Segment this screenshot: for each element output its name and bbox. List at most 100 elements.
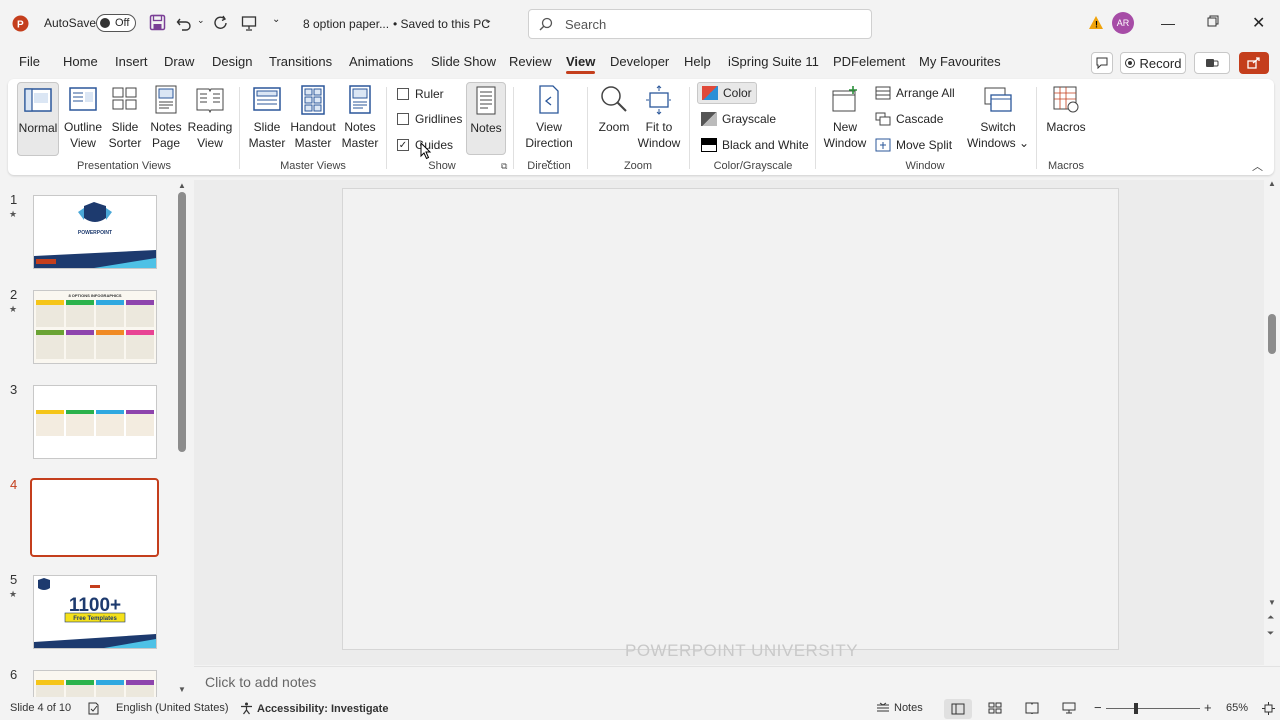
view-direction-button[interactable]: View Direction ⌄: [519, 85, 579, 167]
black-and-white-button[interactable]: Black and White: [701, 138, 809, 152]
slide-sorter-status-icon[interactable]: [988, 702, 1002, 714]
slide-thumbnail-2[interactable]: 8 OPTIONS INFOGRAPHICS: [33, 290, 157, 364]
tab-transitions[interactable]: Transitions: [269, 54, 332, 69]
arrange-all-label: Arrange All: [896, 86, 955, 100]
save-icon[interactable]: [149, 14, 166, 31]
slide-thumbnail-6[interactable]: [33, 670, 157, 697]
normal-view-status-button[interactable]: [944, 699, 972, 719]
tab-help[interactable]: Help: [684, 54, 711, 69]
tab-design[interactable]: Design: [212, 54, 252, 69]
next-slide-icon[interactable]: ⏷: [1267, 628, 1274, 639]
grayscale-button[interactable]: Grayscale: [701, 112, 776, 126]
notes-status-button[interactable]: Notes: [876, 702, 923, 714]
arrange-all-button[interactable]: Arrange All: [875, 86, 955, 100]
save-status[interactable]: • Saved to this PC: [393, 17, 490, 31]
spelling-check-icon[interactable]: [87, 702, 100, 715]
search-input[interactable]: Search: [528, 9, 872, 39]
share-button[interactable]: [1239, 52, 1269, 74]
zoom-slider-track[interactable]: [1106, 708, 1200, 709]
minimize-icon[interactable]: —: [1161, 15, 1175, 31]
language-indicator[interactable]: English (United States): [116, 702, 229, 714]
undo-icon[interactable]: [176, 15, 192, 31]
present-from-start-icon[interactable]: [241, 15, 257, 31]
handout-master-button[interactable]: Handout Master: [288, 85, 338, 151]
tab-developer[interactable]: Developer: [610, 54, 669, 69]
tab-ispring[interactable]: iSpring Suite 11: [728, 54, 819, 69]
switch-windows-button[interactable]: Switch Windows ⌄: [966, 85, 1030, 151]
undo-dropdown-chevron-icon[interactable]: ⌄: [197, 15, 205, 26]
slide-thumbnail-5[interactable]: 1100+ Free Templates: [33, 575, 157, 649]
redo-icon[interactable]: [213, 15, 229, 31]
avatar[interactable]: AR: [1112, 12, 1134, 34]
save-status-chevron-icon[interactable]: ⌄: [484, 15, 492, 26]
cascade-button[interactable]: Cascade: [875, 112, 943, 126]
slide-sorter-button[interactable]: Slide Sorter: [105, 85, 145, 151]
tab-animations[interactable]: Animations: [349, 54, 413, 69]
reading-view-status-icon[interactable]: [1025, 702, 1039, 714]
accessibility-status[interactable]: Accessibility: Investigate: [240, 702, 388, 715]
thumbnail-scroll-up-icon[interactable]: ▲: [178, 181, 186, 190]
autosave-toggle[interactable]: Off: [96, 14, 136, 32]
canvas-scroll-down-icon[interactable]: ▼: [1268, 598, 1276, 607]
accessibility-label: Accessibility: Investigate: [257, 702, 389, 715]
gridlines-label: Gridlines: [415, 112, 463, 126]
notes-master-button[interactable]: Notes Master: [339, 85, 381, 151]
show-dialog-launcher-icon[interactable]: ⧉: [501, 161, 507, 172]
thumbnail-scroll-down-icon[interactable]: ▼: [178, 685, 186, 694]
color-grayscale-group-label: Color/Grayscale: [713, 160, 793, 172]
close-icon[interactable]: ✕: [1252, 13, 1265, 33]
tab-my-favourites[interactable]: My Favourites: [919, 54, 1001, 69]
slide-5-preview: 1100+ Free Templates: [34, 576, 156, 648]
comments-button[interactable]: [1091, 52, 1113, 74]
warning-icon[interactable]: !: [1088, 15, 1104, 30]
tab-draw[interactable]: Draw: [164, 54, 194, 69]
thumbnail-scrollbar[interactable]: [178, 192, 186, 452]
slideshow-status-icon[interactable]: [1062, 702, 1076, 714]
slide-thumbnail-4[interactable]: [30, 478, 159, 557]
gridlines-checkbox[interactable]: Gridlines: [397, 112, 462, 126]
slide-master-button[interactable]: Slide Master: [246, 85, 288, 151]
macros-button[interactable]: Macros: [1044, 85, 1088, 135]
color-button[interactable]: Color: [697, 82, 757, 104]
slide-thumbnail-1[interactable]: POWERPOINT: [33, 195, 157, 269]
canvas-scroll-up-icon[interactable]: ▲: [1268, 179, 1276, 188]
reading-view-button[interactable]: Reading View: [188, 85, 232, 151]
tab-file[interactable]: File: [19, 54, 40, 69]
tab-slide-show[interactable]: Slide Show: [431, 54, 496, 69]
teams-button[interactable]: [1194, 52, 1230, 74]
previous-slide-icon[interactable]: ⏶: [1267, 612, 1274, 623]
mouse-cursor-icon: [420, 142, 432, 160]
notes-page-button[interactable]: Notes Page: [146, 85, 186, 151]
svg-text:P: P: [17, 20, 24, 31]
slide-canvas[interactable]: [342, 188, 1119, 650]
slide-master-icon: [253, 87, 281, 111]
comment-icon: [1096, 57, 1108, 69]
outline-view-button[interactable]: Outline View: [62, 85, 104, 151]
record-button[interactable]: Record: [1120, 52, 1186, 74]
search-icon: [539, 17, 553, 31]
move-split-button[interactable]: Move Split: [875, 138, 952, 152]
ruler-checkbox[interactable]: Ruler: [397, 87, 444, 101]
tab-view[interactable]: View: [566, 54, 596, 74]
collapse-ribbon-chevron-icon[interactable]: ︿: [1252, 158, 1263, 174]
zoom-in-button[interactable]: +: [1204, 700, 1212, 715]
restore-icon[interactable]: [1207, 15, 1219, 27]
tab-pdfelement[interactable]: PDFelement: [833, 54, 905, 69]
normal-label: Normal: [18, 121, 58, 135]
slide-thumbnail-3[interactable]: [33, 385, 157, 459]
notes-pane[interactable]: Click to add notes: [194, 666, 1280, 696]
zoom-button[interactable]: Zoom: [596, 85, 632, 135]
normal-view-button[interactable]: Normal: [17, 82, 59, 156]
tab-home[interactable]: Home: [63, 54, 98, 69]
new-window-button[interactable]: New Window: [822, 85, 868, 151]
fit-slide-to-window-icon[interactable]: [1262, 702, 1275, 715]
fit-to-window-button[interactable]: Fit to Window: [634, 85, 684, 151]
tab-review[interactable]: Review: [509, 54, 552, 69]
tab-insert[interactable]: Insert: [115, 54, 148, 69]
canvas-scrollbar[interactable]: [1268, 314, 1276, 354]
zoom-out-button[interactable]: −: [1094, 700, 1102, 715]
customize-toolbar-icon[interactable]: ⌄: [272, 14, 280, 25]
zoom-slider-thumb[interactable]: [1134, 703, 1138, 714]
zoom-level[interactable]: 65%: [1226, 702, 1248, 714]
notes-toggle-button[interactable]: Notes: [466, 82, 506, 155]
